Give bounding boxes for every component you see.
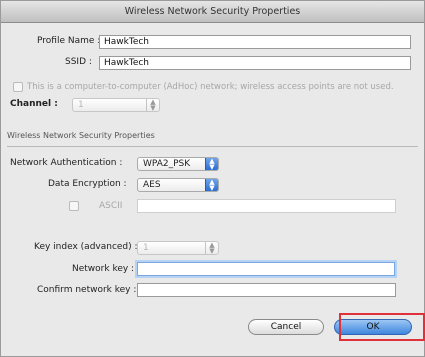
- confirm-key-input[interactable]: [137, 283, 396, 297]
- encryption-row: Data Encryption :: [48, 179, 127, 189]
- security-group-title: Wireless Network Security Properties: [7, 131, 155, 140]
- key-index-select-wrapper: 1 ▲ ▼: [137, 241, 219, 255]
- chevron-updown-icon: ▲ ▼: [205, 179, 218, 192]
- cancel-button[interactable]: Cancel: [248, 319, 324, 335]
- ascii-label: ASCII: [99, 201, 123, 211]
- chevron-updown-icon: ▲ ▼: [205, 242, 218, 255]
- network-key-label: Network key :: [72, 264, 135, 274]
- ascii-row: ASCII: [69, 201, 122, 211]
- ascii-key-input[interactable]: [137, 199, 396, 213]
- window-title: Wireless Network Security Properties: [1, 1, 424, 23]
- adhoc-label: This is a computer-to-computer (AdHoc) n…: [27, 82, 394, 92]
- confirm-key-wrapper: [137, 283, 396, 297]
- auth-label: Network Authentication :: [10, 158, 123, 168]
- key-index-value: 1: [143, 243, 149, 253]
- channel-row: Channel :: [10, 99, 58, 109]
- auth-row: Network Authentication :: [10, 158, 122, 168]
- channel-select-wrapper: 1 ▲ ▼: [72, 98, 160, 112]
- chevron-updown-icon: ▲ ▼: [205, 158, 218, 171]
- network-key-row: Network key :: [72, 264, 134, 274]
- confirm-key-row: Confirm network key :: [37, 285, 136, 295]
- channel-label: Channel :: [10, 99, 58, 109]
- encryption-select[interactable]: AES ▲ ▼: [137, 178, 219, 192]
- encryption-label: Data Encryption :: [48, 179, 127, 189]
- ascii-checkbox[interactable]: [69, 201, 79, 211]
- adhoc-checkbox[interactable]: [13, 82, 23, 92]
- auth-select[interactable]: WPA2_PSK ▲ ▼: [137, 157, 219, 171]
- network-key-input[interactable]: [137, 262, 395, 276]
- chevron-updown-icon: ▲ ▼: [146, 99, 159, 112]
- ssid-row: SSID :: [65, 57, 92, 67]
- network-key-wrapper: [137, 262, 395, 276]
- adhoc-row: This is a computer-to-computer (AdHoc) n…: [13, 82, 394, 92]
- security-properties-window: Wireless Network Security Properties Pro…: [0, 0, 425, 357]
- ok-highlight-box: [339, 313, 425, 341]
- profile-name-row: Profile Name :: [37, 36, 100, 46]
- encryption-value: AES: [143, 180, 161, 190]
- profile-name-label: Profile Name :: [37, 36, 101, 46]
- key-index-select[interactable]: 1 ▲ ▼: [137, 241, 219, 255]
- encryption-select-wrapper: AES ▲ ▼: [137, 178, 219, 192]
- key-index-row: Key index (advanced) :: [34, 242, 138, 252]
- key-index-label: Key index (advanced) :: [34, 242, 138, 252]
- ssid-label: SSID :: [65, 57, 92, 67]
- ascii-key-wrapper: [137, 199, 396, 213]
- ssid-input[interactable]: HawkTech: [99, 56, 411, 70]
- channel-select[interactable]: 1 ▲ ▼: [72, 98, 160, 112]
- auth-value: WPA2_PSK: [143, 159, 191, 169]
- confirm-key-label: Confirm network key :: [37, 285, 137, 295]
- auth-select-wrapper: WPA2_PSK ▲ ▼: [137, 157, 219, 171]
- profile-name-input[interactable]: HawkTech: [99, 35, 411, 49]
- channel-value: 1: [78, 100, 84, 110]
- ssid-wrapper: HawkTech: [99, 56, 411, 70]
- profile-name-wrapper: HawkTech: [99, 35, 411, 49]
